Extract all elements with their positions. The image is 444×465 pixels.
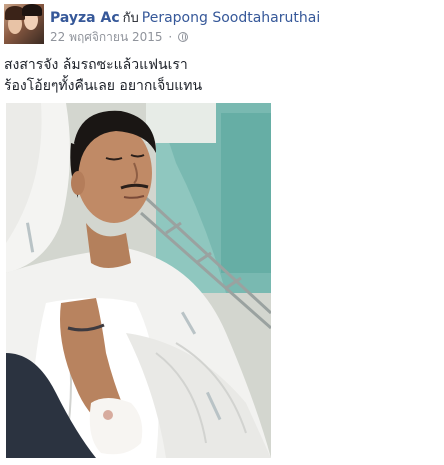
post-meta: 22 พฤศจิกายน 2015 · xyxy=(50,28,188,47)
tagged-user-link[interactable]: Perapong Soodtaharuthai xyxy=(142,10,320,26)
post-names: Payza Ac กับ Perapong Soodtaharuthai xyxy=(50,7,320,28)
meta-separator: · xyxy=(168,30,173,44)
post-text-line-2: ร้องโอ้ยๆทั้งคืนเลย อยากเจ็บแทน xyxy=(4,78,203,94)
author-avatar[interactable] xyxy=(4,4,44,44)
globe-icon[interactable] xyxy=(177,32,188,42)
post-date[interactable]: 22 พฤศจิกายน 2015 xyxy=(50,30,163,44)
with-text: กับ xyxy=(122,11,139,26)
post-text: สงสารจัง ล้มรถซะแล้วแฟนเรา ร้องโอ้ยๆทั้ง… xyxy=(4,55,202,97)
post-photo[interactable] xyxy=(6,103,271,458)
author-name-link[interactable]: Payza Ac xyxy=(50,10,120,26)
post-text-line-1: สงสารจัง ล้มรถซะแล้วแฟนเรา xyxy=(4,57,188,73)
facebook-post: Payza Ac กับ Perapong Soodtaharuthai 22 พฤ… xyxy=(0,0,444,465)
hospital-photo-image xyxy=(6,103,271,458)
